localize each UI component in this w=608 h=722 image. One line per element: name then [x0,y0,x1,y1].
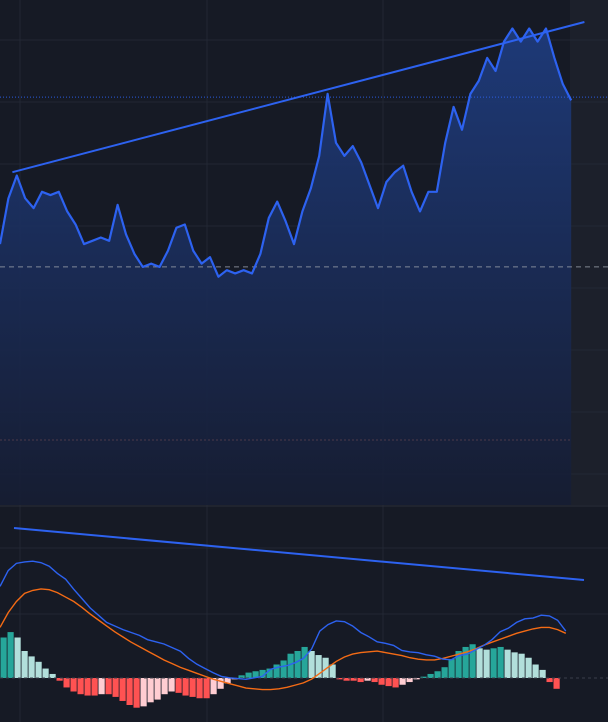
histogram-bar-15 [105,678,112,695]
histogram-bar-69 [483,649,490,678]
histogram-bar-2 [14,637,21,678]
histogram-bar-27 [189,678,196,697]
histogram-bar-14 [98,678,105,695]
histogram-bar-13 [91,678,98,696]
histogram-bar-42 [294,651,301,678]
histogram-bar-78 [546,678,553,683]
histogram-bar-43 [301,646,308,678]
histogram-bar-51 [357,678,364,683]
histogram-bar-79 [553,678,560,689]
histogram-bar-57 [399,678,406,685]
histogram-bar-63 [441,667,448,678]
histogram-bar-17 [119,678,126,701]
histogram-bar-31 [217,678,224,689]
histogram-bar-12 [84,678,91,696]
histogram-bar-6 [42,668,49,678]
chart-canvas [0,0,608,722]
histogram-bar-47 [329,664,336,678]
histogram-bar-53 [371,678,378,683]
future-blank-area [570,0,608,505]
histogram-bar-16 [112,678,119,697]
histogram-bar-3 [21,651,28,678]
histogram-bar-77 [539,669,546,678]
histogram-bar-4 [28,656,35,678]
histogram-bar-64 [448,659,455,678]
chart-root [0,0,608,722]
histogram-bar-76 [532,664,539,678]
histogram-bar-11 [77,678,84,695]
histogram-bar-29 [203,678,210,699]
histogram-bar-28 [196,678,203,699]
histogram-bar-24 [168,678,175,692]
histogram-bar-19 [133,678,140,708]
histogram-bar-18 [126,678,133,705]
macd-trendline [13,527,585,581]
histogram-bar-7 [49,673,56,678]
histogram-bar-40 [280,660,287,678]
histogram-bar-22 [154,678,161,700]
histogram-bar-72 [504,649,511,678]
histogram-bar-58 [406,678,413,683]
histogram-bar-70 [490,648,497,678]
histogram-bar-73 [511,652,518,678]
histogram-bar-35 [245,672,252,678]
histogram-bar-25 [175,678,182,693]
macd-pane [0,527,608,708]
histogram-bar-0 [0,637,7,678]
histogram-bar-75 [525,657,532,678]
histogram-bar-5 [35,661,42,678]
histogram-bar-23 [161,678,168,695]
price-pane [0,21,608,505]
chart-background-layer [570,0,608,505]
histogram-bar-62 [434,671,441,678]
histogram-bar-44 [308,651,315,678]
histogram-bar-74 [518,653,525,678]
histogram-bar-54 [378,678,385,685]
histogram-bar-68 [476,648,483,678]
histogram-bar-21 [147,678,154,703]
histogram-bar-71 [497,646,504,678]
histogram-bar-41 [287,653,294,678]
histogram-bar-56 [392,678,399,688]
histogram-bar-1 [7,632,14,678]
histogram-bar-10 [70,678,77,692]
histogram-bar-61 [427,673,434,678]
histogram-bar-9 [63,678,70,688]
histogram-bar-55 [385,678,392,687]
histogram-bar-20 [140,678,147,707]
histogram-bar-26 [182,678,189,696]
